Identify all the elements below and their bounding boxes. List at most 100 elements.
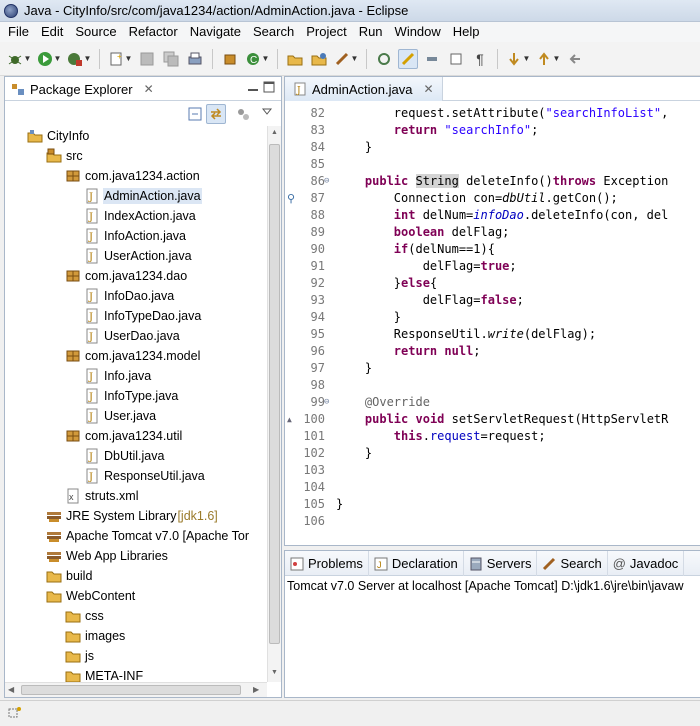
open-resource-icon[interactable] [309,49,329,69]
code-line[interactable]: return null; [336,343,481,360]
menu-project[interactable]: Project [300,22,352,42]
menu-navigate[interactable]: Navigate [184,22,247,42]
tab-declaration[interactable]: J Declaration [369,551,464,576]
menu-edit[interactable]: Edit [35,22,69,42]
code-line[interactable]: Connection con=dbUtil.getCon(); [336,190,618,207]
save-all-icon[interactable] [161,49,181,69]
tree-item[interactable]: META-INF [65,666,144,682]
code-line[interactable]: ResponseUtil.write(delFlag); [336,326,596,343]
tree-item[interactable]: Web App Libraries [46,546,169,566]
tree-item[interactable]: J User.java [84,406,157,426]
menu-source[interactable]: Source [69,22,122,42]
tree-item[interactable]: com.java1234.util [65,426,183,446]
code-line[interactable]: boolean delFlag; [336,224,510,241]
tree-item[interactable]: com.java1234.model [65,346,201,366]
tree-item[interactable]: J InfoTypeDao.java [84,306,202,326]
code-line[interactable]: request.setAttribute("searchInfoList", [336,105,676,122]
paragraph-icon[interactable]: ¶ [470,49,490,69]
tab-adminaction-java[interactable]: J AdminAction.java ✕ [285,77,443,101]
debug-icon[interactable]: ▼ [6,49,32,69]
tree-item[interactable]: com.java1234.dao [65,266,188,286]
minimize-icon[interactable] [247,81,259,93]
tree-item[interactable]: J IndexAction.java [84,206,197,226]
menu-file[interactable]: File [2,22,35,42]
tree-item[interactable]: CityInfo [27,126,90,146]
menu-search[interactable]: Search [247,22,300,42]
link-with-editor-icon[interactable] [206,104,226,124]
new-java-package-icon[interactable] [220,49,240,69]
tree-item[interactable]: J ResponseUtil.java [84,466,206,486]
code-line[interactable]: delFlag=true; [336,258,517,275]
code-line[interactable]: } [336,445,372,462]
tab-servers[interactable]: Servers [464,551,538,576]
tree-item[interactable]: J AdminAction.java [84,186,202,206]
chevron-down-icon[interactable] [257,102,277,122]
close-icon[interactable]: ✕ [423,82,433,96]
tree-item[interactable]: J InfoType.java [84,386,179,406]
print-icon[interactable] [185,49,205,69]
next-edit-icon[interactable]: ▼ [505,49,531,69]
code-line[interactable]: }else{ [336,275,437,292]
tree-item[interactable]: x struts.xml [65,486,139,506]
tree-item[interactable]: J DbUtil.java [84,446,165,466]
open-type-icon[interactable] [285,49,305,69]
tree-item[interactable]: JRE System Library [jdk1.6] [46,506,218,526]
code-line[interactable]: public void setServletRequest(HttpServle… [336,411,668,428]
search-toolbar-icon[interactable]: ▼ [333,49,359,69]
tree-item[interactable]: src [46,146,84,166]
code-line[interactable]: } [336,139,372,156]
code-line[interactable]: } [336,496,343,513]
package-explorer-horizontal-scrollbar[interactable]: ◀ ▶ [5,682,267,697]
code-line[interactable]: delFlag=false; [336,292,524,309]
tree-item[interactable]: images [65,626,126,646]
tree-item[interactable]: J UserDao.java [84,326,181,346]
fold-collapse-icon[interactable]: ⊖ [324,394,329,411]
code-line[interactable]: public String deleteInfo()throws Excepti… [336,173,668,190]
tree-item[interactable]: J UserAction.java [84,246,193,266]
tab-javadoc[interactable]: @ Javadoc [608,551,685,576]
new-icon[interactable]: + ▼ [107,49,133,69]
menu-refactor[interactable]: Refactor [123,22,184,42]
toggle-highlight-icon[interactable] [398,48,418,69]
close-icon[interactable]: ✕ [144,82,154,96]
back-icon[interactable] [565,49,585,69]
menu-help[interactable]: Help [447,22,486,42]
external-tools-icon[interactable]: ▼ [66,49,92,69]
previous-edit-icon[interactable]: ▼ [535,49,561,69]
tree-item[interactable]: com.java1234.action [65,166,201,186]
code-line[interactable]: if(delNum==1){ [336,241,495,258]
new-java-class-icon[interactable]: C ▼ [244,49,270,69]
view-menu-icon[interactable] [233,104,253,124]
tab-search[interactable]: Search [537,551,608,576]
package-explorer-vertical-scrollbar[interactable]: ▲ ▼ [267,126,281,682]
code-line[interactable]: return "searchInfo"; [336,122,539,139]
menu-run[interactable]: Run [353,22,389,42]
code-line[interactable]: } [336,309,401,326]
menu-window[interactable]: Window [389,22,447,42]
tree-item[interactable]: J InfoDao.java [84,286,175,306]
tree-item[interactable]: build [46,566,93,586]
save-icon[interactable] [137,49,157,69]
tree-item[interactable]: js [65,646,95,666]
fast-view-icon[interactable] [8,706,22,723]
tab-problems[interactable]: Problems [285,551,369,576]
scrollbar-thumb[interactable] [269,144,280,644]
fold-collapse-icon[interactable]: ⊖ [324,173,329,190]
tree-item[interactable]: Apache Tomcat v7.0 [Apache Tor [46,526,250,546]
tree-item[interactable]: WebContent [46,586,136,606]
maximize-icon[interactable] [263,81,275,93]
tree-item[interactable]: J Info.java [84,366,152,386]
tab-package-explorer[interactable]: Package Explorer ✕ [5,77,160,101]
collapse-all-icon[interactable] [185,104,205,124]
next-annotation-icon[interactable] [422,49,442,69]
run-icon[interactable]: ▼ [36,49,62,69]
code-line[interactable]: this.request=request; [336,428,546,445]
code-line[interactable]: int delNum=infoDao.deleteInfo(con, del [336,207,669,224]
code-line[interactable]: @Override [336,394,430,411]
scrollbar-thumb[interactable] [21,685,241,695]
code-area[interactable]: 82 request.setAttribute("searchInfoList"… [285,102,700,546]
tree-item[interactable]: css [65,606,105,626]
code-line[interactable]: } [336,360,372,377]
toggle-mark-occurrences-icon[interactable] [374,49,394,69]
tree-item[interactable]: J InfoAction.java [84,226,187,246]
